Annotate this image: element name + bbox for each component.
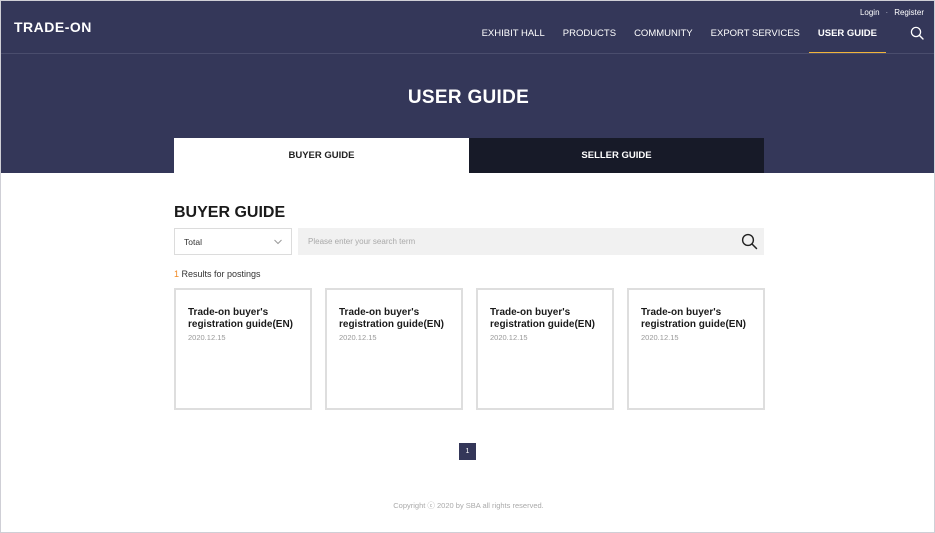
guide-card-list: Trade-on buyer's registration guide(EN) … xyxy=(174,288,765,410)
footer-copyright: Copyright ⓒ 2020 by SBA all rights reser… xyxy=(393,501,544,510)
chevron-down-icon xyxy=(274,239,282,245)
page-frame: TRADE-ON Login · Register EXHIBIT HALL P… xyxy=(0,0,935,533)
register-link[interactable]: Register xyxy=(894,8,924,17)
results-label: Results for postings xyxy=(179,269,261,279)
category-select[interactable]: Total xyxy=(174,228,292,255)
guide-card[interactable]: Trade-on buyer's registration guide(EN) … xyxy=(174,288,312,410)
site-header: TRADE-ON Login · Register EXHIBIT HALL P… xyxy=(1,1,934,173)
utility-links: Login · Register xyxy=(860,8,924,17)
nav-export-services[interactable]: EXPORT SERVICES xyxy=(702,28,809,54)
card-date: 2020.12.15 xyxy=(188,333,226,342)
logo-text: TRADE-ON xyxy=(14,19,92,35)
card-title: Trade-on buyer's registration guide(EN) xyxy=(188,307,294,330)
nav-user-guide[interactable]: USER GUIDE xyxy=(808,28,887,54)
utility-separator: · xyxy=(885,8,889,17)
search-icon[interactable] xyxy=(910,26,924,40)
card-date: 2020.12.15 xyxy=(339,333,377,342)
nav-products[interactable]: PRODUCTS xyxy=(554,28,625,54)
nav-exhibit-hall[interactable]: EXHIBIT HALL xyxy=(473,28,554,54)
search-button-icon[interactable] xyxy=(741,233,758,250)
category-select-value: Total xyxy=(184,236,202,247)
guide-card[interactable]: Trade-on buyer's registration guide(EN) … xyxy=(627,288,765,410)
tab-buyer-guide[interactable]: BUYER GUIDE xyxy=(174,138,469,173)
main-nav: EXHIBIT HALL PRODUCTS COMMUNITY EXPORT S… xyxy=(473,28,887,54)
pagination-page-current[interactable]: 1 xyxy=(459,443,476,460)
page-title: USER GUIDE xyxy=(407,87,530,108)
site-logo[interactable]: TRADE-ON xyxy=(14,19,92,35)
card-date: 2020.12.15 xyxy=(641,333,679,342)
header-divider xyxy=(1,53,934,54)
card-title: Trade-on buyer's registration guide(EN) xyxy=(641,307,747,330)
tab-buyer-guide-label: BUYER GUIDE xyxy=(288,150,355,161)
card-date: 2020.12.15 xyxy=(490,333,528,342)
search-bar xyxy=(298,228,764,255)
tab-seller-guide-label: SELLER GUIDE xyxy=(581,150,652,161)
nav-community[interactable]: COMMUNITY xyxy=(625,28,702,54)
card-title: Trade-on buyer's registration guide(EN) xyxy=(490,307,596,330)
results-summary: 1 Results for postings xyxy=(174,269,261,279)
guide-card[interactable]: Trade-on buyer's registration guide(EN) … xyxy=(325,288,463,410)
section-title: BUYER GUIDE xyxy=(174,204,286,221)
card-title: Trade-on buyer's registration guide(EN) xyxy=(339,307,445,330)
search-input[interactable] xyxy=(298,228,718,255)
guide-card[interactable]: Trade-on buyer's registration guide(EN) … xyxy=(476,288,614,410)
guide-tabs: BUYER GUIDE SELLER GUIDE xyxy=(174,138,764,173)
tab-seller-guide[interactable]: SELLER GUIDE xyxy=(469,138,764,173)
login-link[interactable]: Login xyxy=(860,8,880,17)
